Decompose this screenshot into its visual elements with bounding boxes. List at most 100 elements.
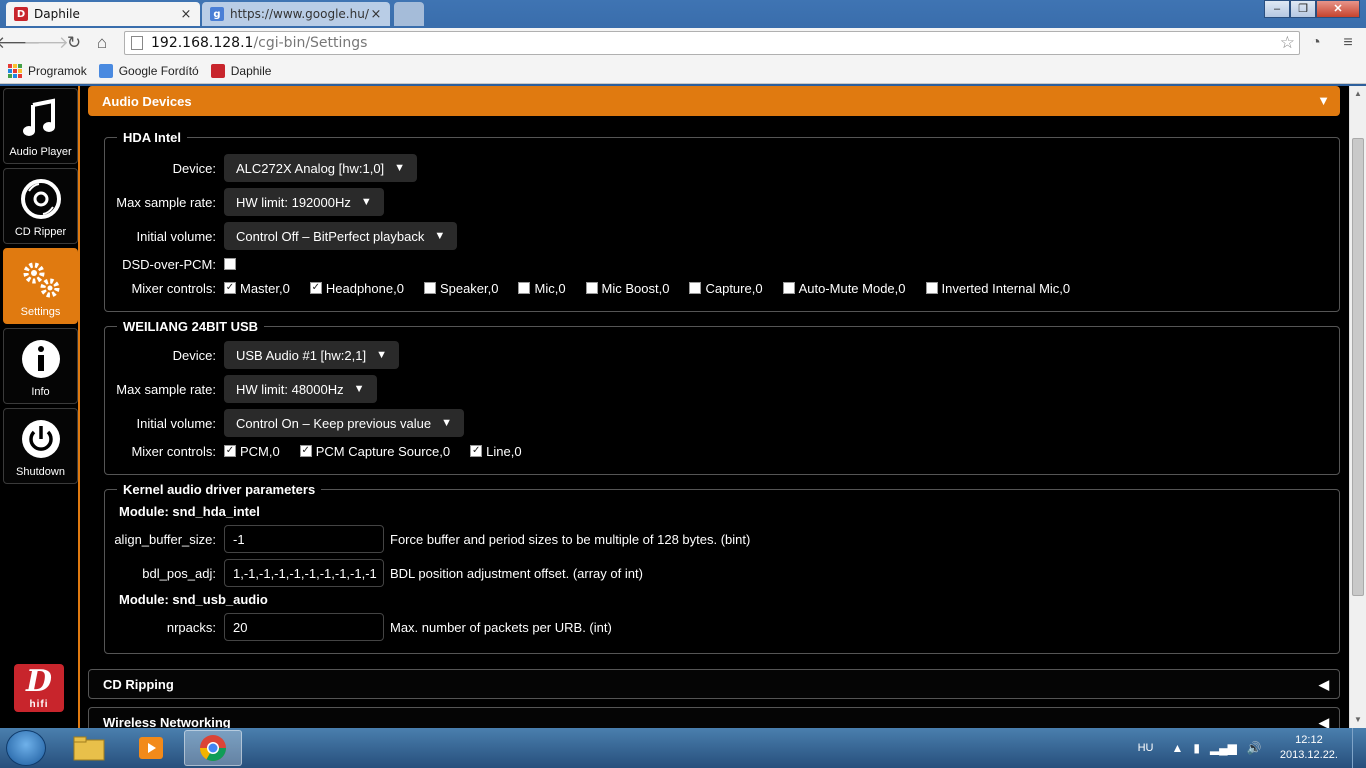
- device-label: Device:: [172, 160, 216, 176]
- usb-volume-row: Initial volume: Control On – Keep previo…: [104, 409, 465, 437]
- sidebar-item-audio-player[interactable]: Audio Player: [3, 88, 78, 164]
- sidebar-item-shutdown[interactable]: Shutdown: [3, 408, 78, 484]
- usb-device-select[interactable]: USB Audio #1 [hw:2,1] ▼: [224, 341, 399, 369]
- url-host: 192.168.128.1: [151, 35, 254, 51]
- network-signal-icon[interactable]: ▂▄▆: [1210, 741, 1237, 755]
- checkbox-checked[interactable]: ✓: [299, 445, 312, 457]
- section-cd-ripping-header[interactable]: CD Ripping ◀: [88, 669, 1340, 699]
- nrpacks-row: nrpacks: 20 Max. number of packets per U…: [104, 613, 612, 641]
- toolbar-right: ◔ ≡: [1304, 30, 1360, 56]
- param-label: bdl_pos_adj:: [142, 565, 216, 581]
- taskbar-chrome[interactable]: [184, 730, 242, 766]
- minimize-button[interactable]: –: [1264, 0, 1290, 18]
- checkbox[interactable]: [423, 282, 436, 294]
- checkbox-checked[interactable]: ✓: [224, 445, 236, 457]
- dropdown-caret-icon: ▼: [394, 162, 406, 174]
- bookmark-google-fordito[interactable]: Google Fordító: [98, 63, 199, 78]
- hda-rate-select[interactable]: HW limit: 192000Hz ▼: [224, 188, 384, 216]
- nrpacks-input[interactable]: 20: [224, 613, 384, 641]
- usb-volume-select[interactable]: Control On – Keep previous value ▼: [224, 409, 465, 437]
- chrome-icon: [199, 735, 227, 762]
- logo-letter: D: [25, 664, 52, 699]
- align-buffer-input[interactable]: -1: [224, 525, 384, 553]
- hda-volume-select[interactable]: Control Off – BitPerfect playback ▼: [224, 222, 458, 250]
- language-indicator[interactable]: HU: [1138, 742, 1154, 754]
- tab-daphile[interactable]: D Daphile ×: [6, 2, 200, 26]
- tab-google[interactable]: g https://www.google.hu/ ×: [202, 2, 390, 26]
- menu-icon[interactable]: ≡: [1336, 30, 1360, 56]
- home-icon[interactable]: ⌂: [88, 30, 116, 56]
- bookmark-star-icon[interactable]: ☆: [1280, 33, 1295, 53]
- address-bar[interactable]: 192.168.128.1/cgi-bin/Settings ☆: [124, 31, 1300, 55]
- mixer-label-text: Master,0: [240, 280, 290, 296]
- mixer-label-text: PCM Capture Source,0: [315, 443, 451, 459]
- daphile-favicon-icon: [210, 63, 225, 78]
- dropdown-caret-icon: ▼: [360, 196, 372, 208]
- forward-icon[interactable]: 🡒: [23, 30, 69, 56]
- bookmark-label: Google Fordító: [118, 63, 199, 78]
- taskbar-explorer[interactable]: [60, 730, 118, 766]
- close-tab-icon[interactable]: ×: [370, 7, 382, 22]
- bookmark-programok[interactable]: Programok: [8, 63, 87, 78]
- maximize-button[interactable]: ❐: [1290, 0, 1316, 18]
- apps-grid-icon: [8, 63, 22, 78]
- select-value: USB Audio #1 [hw:2,1]: [236, 347, 367, 363]
- mixer-mic-boost[interactable]: Mic Boost,0: [585, 281, 669, 296]
- collapse-arrow-icon: ▼: [1317, 93, 1330, 108]
- mixer-label-text: Inverted Internal Mic,0: [941, 280, 1071, 296]
- mixer-mic[interactable]: Mic,0: [518, 281, 566, 296]
- reload-icon[interactable]: ↻: [60, 30, 88, 56]
- mixer-auto-mute[interactable]: Auto-Mute Mode,0: [782, 281, 906, 296]
- taskbar-media-player[interactable]: [122, 730, 180, 766]
- sidebar-item-settings[interactable]: Settings: [3, 248, 78, 324]
- usb-rate-select[interactable]: HW limit: 48000Hz ▼: [224, 375, 377, 403]
- section-wireless-header[interactable]: Wireless Networking ◀: [88, 707, 1340, 728]
- clock-time: 12:12: [1295, 734, 1323, 746]
- new-tab-button[interactable]: [394, 2, 424, 26]
- hda-device-select[interactable]: ALC272X Analog [hw:1,0] ▼: [224, 154, 418, 182]
- page-scrollbar[interactable]: ▲ ▼: [1349, 86, 1366, 728]
- checkbox[interactable]: [782, 282, 795, 294]
- sidebar-item-info[interactable]: Info: [3, 328, 78, 404]
- checkbox-checked[interactable]: ✓: [470, 445, 483, 457]
- checkbox-checked[interactable]: ✓: [309, 282, 322, 294]
- close-window-button[interactable]: ✕: [1316, 0, 1360, 18]
- volume-icon[interactable]: 🔊: [1247, 741, 1262, 755]
- section-audio-devices-header[interactable]: Audio Devices ▼: [88, 86, 1340, 116]
- close-tab-icon[interactable]: ×: [180, 7, 192, 22]
- checkbox[interactable]: [518, 282, 531, 294]
- mixer-master[interactable]: ✓ Master,0: [224, 281, 290, 296]
- dsd-over-pcm-checkbox[interactable]: [224, 258, 236, 270]
- checkbox[interactable]: [585, 282, 598, 294]
- mixer-label: Mixer controls:: [131, 443, 216, 459]
- scroll-down-icon[interactable]: ▼: [1350, 712, 1366, 728]
- hda-dsd-row: DSD-over-PCM:: [104, 256, 240, 272]
- checkbox[interactable]: [925, 282, 938, 294]
- checkbox-checked[interactable]: ✓: [224, 282, 236, 294]
- mixer-headphone[interactable]: ✓ Headphone,0: [309, 281, 404, 296]
- start-button[interactable]: [6, 730, 46, 766]
- media-player-icon: [139, 737, 163, 759]
- mixer-pcm[interactable]: ✓ PCM,0: [224, 444, 280, 459]
- mixer-inverted-mic[interactable]: Inverted Internal Mic,0: [925, 280, 1071, 296]
- show-hidden-icons-icon[interactable]: ▲: [1171, 741, 1183, 755]
- extension-icon[interactable]: ◔: [1304, 30, 1328, 56]
- clock[interactable]: 12:12 2013.12.22.: [1280, 733, 1338, 763]
- bookmark-daphile[interactable]: Daphile: [210, 63, 271, 78]
- mixer-speaker[interactable]: Speaker,0: [423, 281, 498, 296]
- sidebar-item-label: CD Ripper: [14, 226, 67, 238]
- bdl-pos-input[interactable]: 1,-1,-1,-1,-1,-1,-1,-1,-1,-1: [224, 559, 384, 587]
- param-description: Max. number of packets per URB. (int): [390, 619, 612, 635]
- select-value: ALC272X Analog [hw:1,0]: [236, 160, 385, 176]
- scrollbar-thumb[interactable]: [1352, 138, 1364, 596]
- mixer-line[interactable]: ✓ Line,0: [470, 444, 522, 459]
- mixer-capture[interactable]: Capture,0: [689, 281, 763, 296]
- checkbox[interactable]: [689, 282, 702, 294]
- show-desktop-button[interactable]: [1352, 728, 1366, 768]
- module-title: Module: snd_hda_intel: [119, 504, 260, 519]
- scroll-up-icon[interactable]: ▲: [1350, 86, 1366, 102]
- sidebar-item-cd-ripper[interactable]: CD Ripper: [3, 168, 78, 244]
- mixer-pcm-capture-source[interactable]: ✓ PCM Capture Source,0: [299, 443, 451, 459]
- browser-toolbar: 🡐 🡒 ↻ ⌂ 192.168.128.1/cgi-bin/Settings ☆…: [0, 28, 1366, 58]
- battery-icon[interactable]: ▮: [1193, 741, 1200, 755]
